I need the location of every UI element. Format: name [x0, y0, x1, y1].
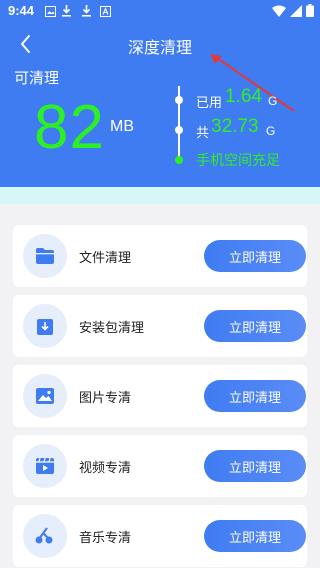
wifi-icon	[272, 5, 286, 21]
timeline-dot	[175, 126, 183, 134]
folder-icon	[23, 234, 67, 278]
image-icon	[23, 374, 67, 418]
item-label: 音乐专清	[79, 531, 132, 546]
clean-now-button[interactable]: 立即清理	[204, 380, 306, 412]
list-item-package-clean: 安装包清理 立即清理	[13, 295, 307, 357]
item-label: 安装包清理	[79, 321, 145, 336]
list-item-music-clean: 音乐专清 立即清理	[13, 505, 307, 567]
total-unit: G	[266, 124, 276, 138]
signal-icon	[290, 4, 302, 21]
download-icon	[60, 5, 72, 17]
cleanable-label: 可清理	[14, 69, 60, 87]
cleanable-unit: MB	[110, 118, 134, 135]
item-label: 文件清理	[79, 251, 132, 266]
used-label: 已用	[196, 96, 223, 111]
header-panel: 深度清理 可清理 82 MB 已用 1.64 G 共 32.73 G 手机空间充…	[0, 24, 320, 187]
cleanable-value: 82	[34, 93, 105, 162]
header-divider-band	[0, 187, 320, 204]
list-item-image-clean: 图片专清 立即清理	[13, 365, 307, 427]
total-value: 32.73	[211, 116, 259, 137]
image-icon	[44, 5, 56, 17]
package-download-icon	[23, 304, 67, 348]
used-value: 1.64	[225, 86, 262, 107]
font-icon	[99, 5, 111, 17]
clean-now-button[interactable]: 立即清理	[204, 520, 306, 552]
status-bar: 9:44	[0, 0, 320, 24]
used-unit: G	[268, 94, 278, 108]
clean-now-button[interactable]: 立即清理	[204, 240, 306, 272]
status-time: 9:44	[8, 3, 35, 18]
battery-icon	[306, 4, 314, 21]
clean-now-button[interactable]: 立即清理	[204, 450, 306, 482]
item-label: 视频专清	[79, 461, 132, 476]
storage-status: 手机空间充足	[196, 153, 280, 169]
download-icon	[80, 5, 92, 17]
music-icon	[23, 514, 67, 558]
list-item-file-clean: 文件清理 立即清理	[13, 225, 307, 287]
timeline-dot	[175, 96, 183, 104]
video-icon	[23, 444, 67, 488]
clean-now-button[interactable]: 立即清理	[204, 310, 306, 342]
item-label: 图片专清	[79, 391, 132, 406]
total-label: 共	[196, 126, 210, 141]
list-item-video-clean: 视频专清 立即清理	[13, 435, 307, 497]
timeline-dot-status	[175, 156, 183, 164]
